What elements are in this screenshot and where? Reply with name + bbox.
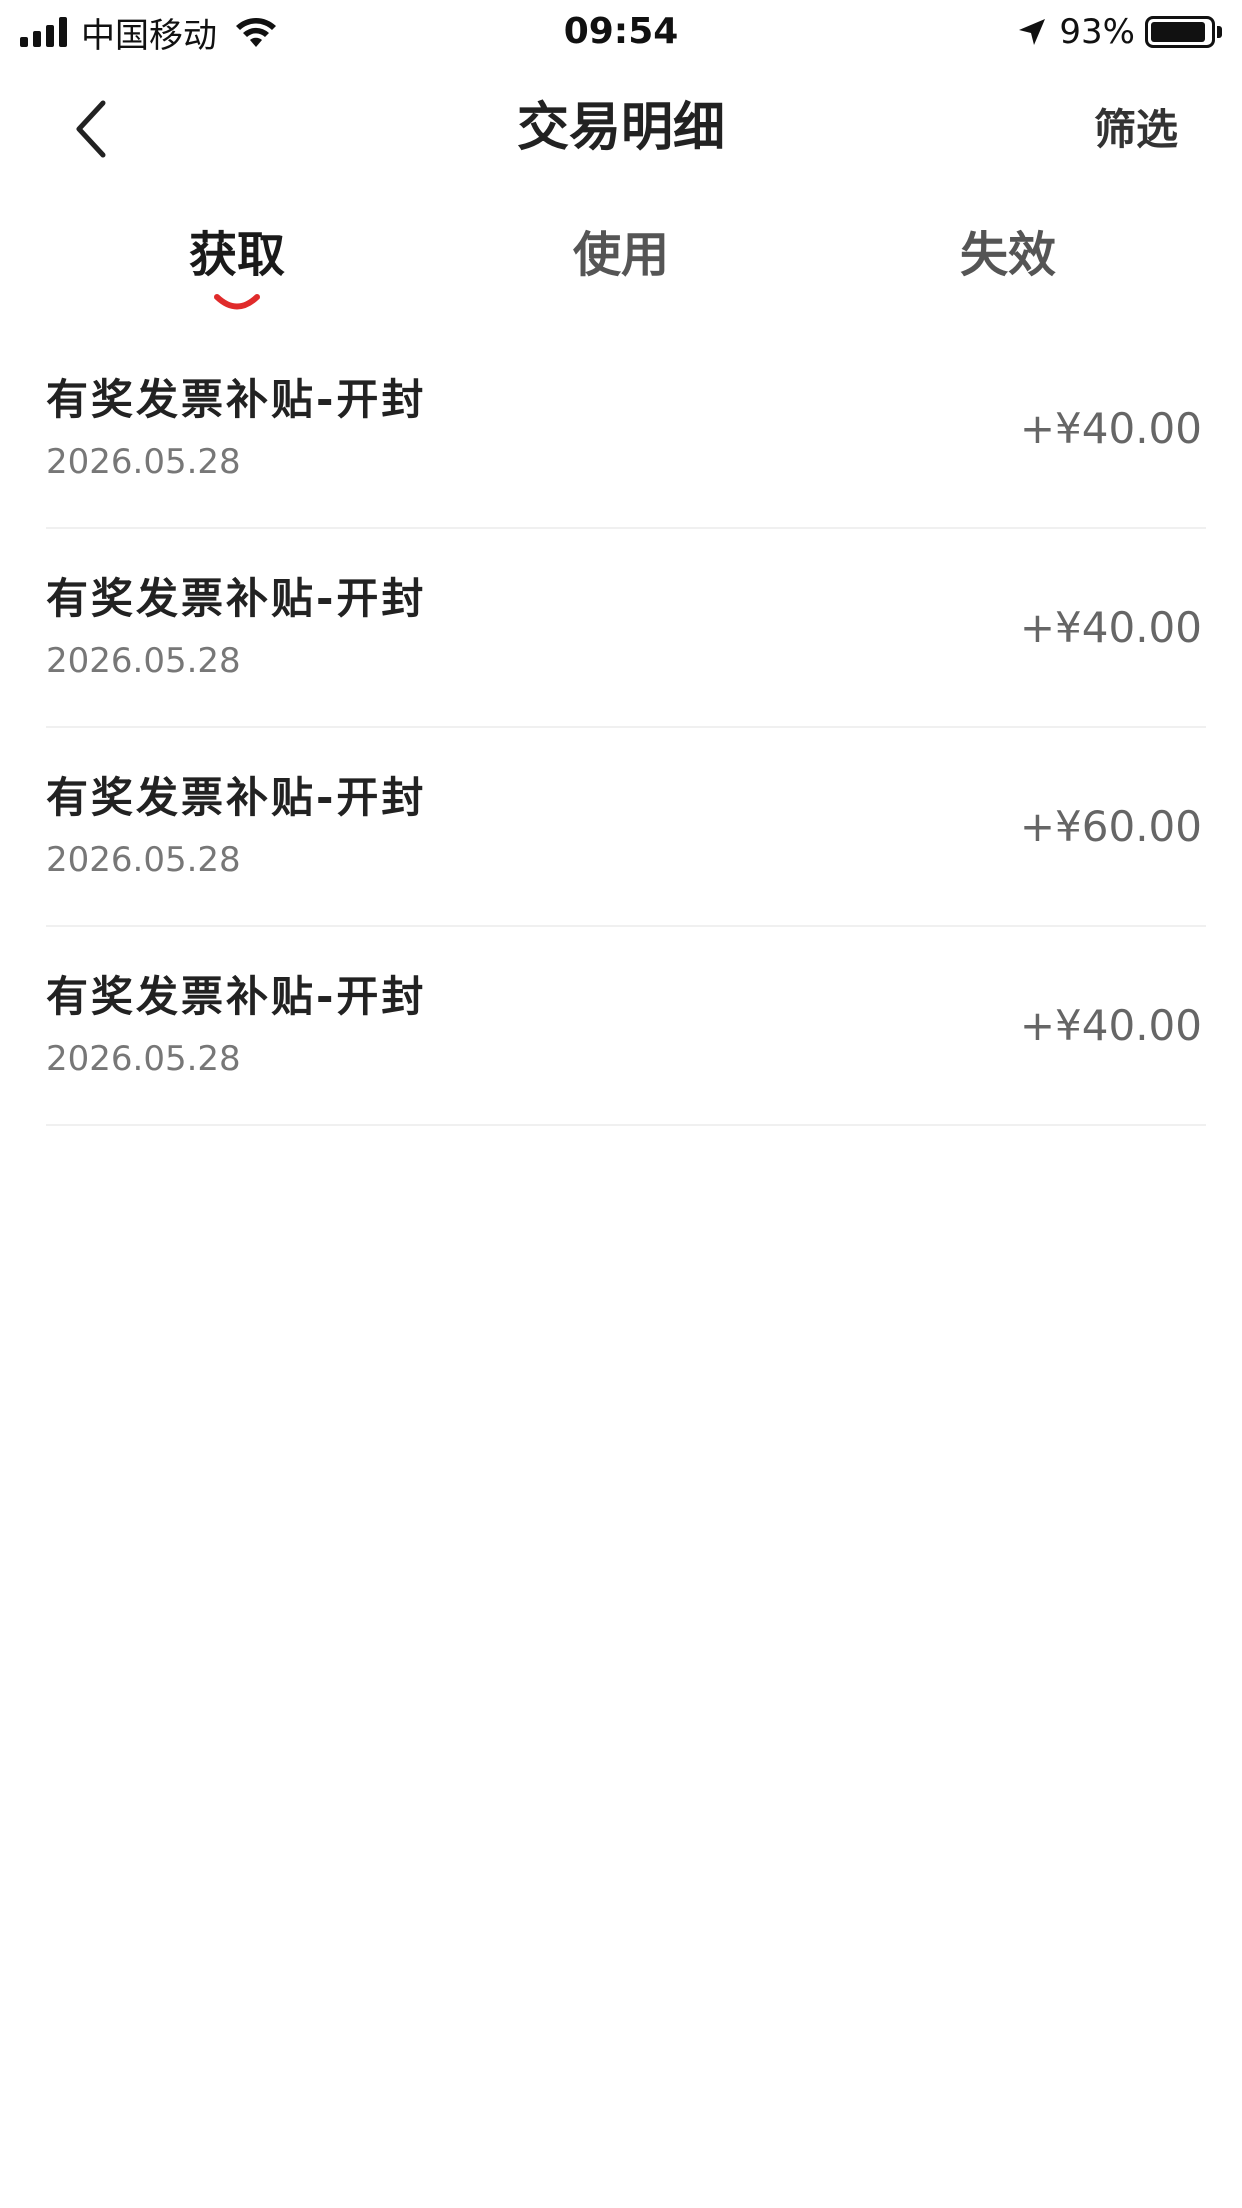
transaction-date: 2026.05.28 [46, 641, 241, 681]
filter-button[interactable]: 筛选 [1094, 102, 1178, 158]
tab-label: 使用 [572, 227, 669, 283]
tab-bar: 获取 使用 失效 [0, 210, 1242, 320]
battery-percent: 93% [1059, 12, 1135, 52]
transaction-date: 2026.05.28 [46, 1039, 241, 1079]
tab-expired[interactable]: 失效 [858, 210, 1158, 300]
transaction-title: 有奖发票补贴-开封 [46, 773, 427, 822]
nav-bar: 交易明细 筛选 [0, 70, 1242, 186]
transaction-amount: +¥60.00 [1019, 802, 1202, 851]
transaction-amount: +¥40.00 [1019, 404, 1202, 453]
page-title: 交易明细 [516, 98, 725, 158]
battery-fill [1151, 22, 1205, 42]
transaction-item[interactable]: 有奖发票补贴-开封 2026.05.28 +¥60.00 [46, 728, 1206, 927]
transaction-title: 有奖发票补贴-开封 [46, 574, 427, 623]
transaction-date: 2026.05.28 [46, 442, 241, 482]
transaction-amount: +¥40.00 [1019, 603, 1202, 652]
tab-use[interactable]: 使用 [471, 210, 771, 300]
location-arrow-icon [1019, 19, 1046, 45]
transaction-item[interactable]: 有奖发票补贴-开封 2026.05.28 +¥40.00 [46, 330, 1206, 529]
tab-label: 失效 [959, 227, 1056, 283]
transaction-item[interactable]: 有奖发票补贴-开封 2026.05.28 +¥40.00 [46, 927, 1206, 1126]
status-bar: 中国移动 09:54 93% [0, 0, 1242, 64]
battery-icon [1145, 16, 1215, 48]
transaction-date: 2026.05.28 [46, 840, 241, 880]
transaction-amount: +¥40.00 [1019, 1001, 1202, 1050]
transaction-item[interactable]: 有奖发票补贴-开封 2026.05.28 +¥40.00 [46, 529, 1206, 728]
status-right: 93% [1017, 8, 1222, 56]
tab-obtain[interactable]: 获取 [87, 210, 387, 310]
transaction-list: 有奖发票补贴-开封 2026.05.28 +¥40.00 有奖发票补贴-开封 2… [46, 330, 1206, 1126]
battery-nub [1217, 26, 1222, 38]
tab-active-indicator [214, 294, 260, 310]
tab-label: 获取 [188, 227, 285, 283]
transaction-title: 有奖发票补贴-开封 [46, 375, 427, 424]
transaction-title: 有奖发票补贴-开封 [46, 972, 427, 1021]
